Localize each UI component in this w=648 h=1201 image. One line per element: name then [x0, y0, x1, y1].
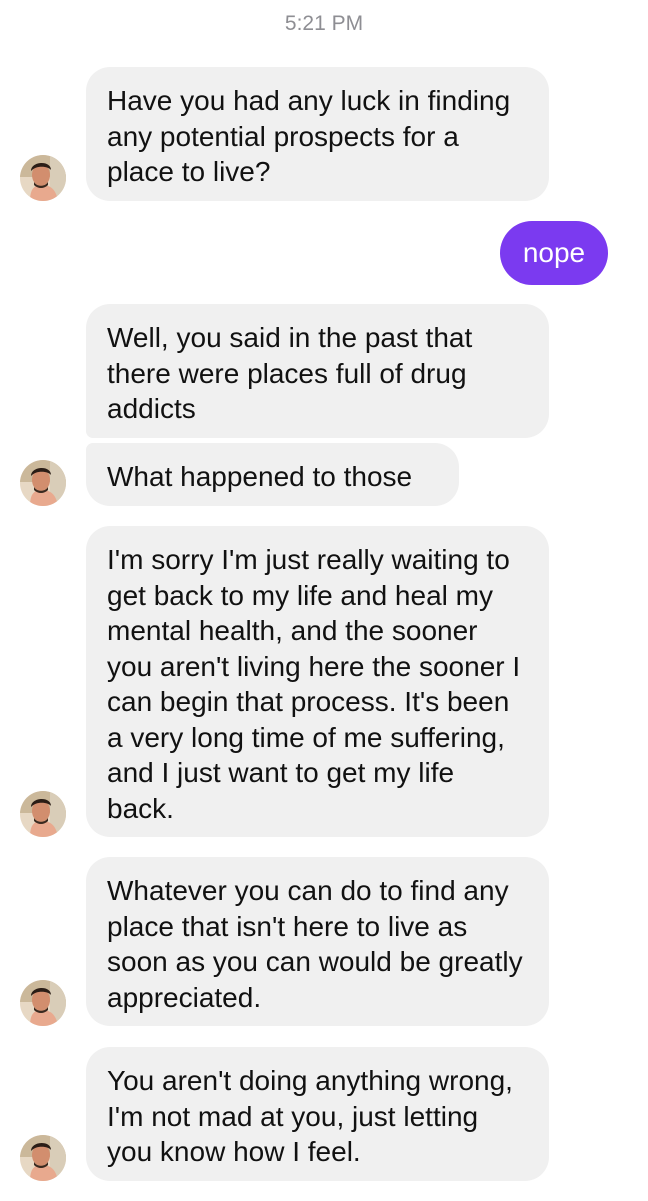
- incoming-message[interactable]: Well, you said in the past that there we…: [86, 304, 549, 438]
- contact-avatar[interactable]: [20, 155, 66, 201]
- contact-avatar[interactable]: [20, 460, 66, 506]
- contact-avatar[interactable]: [20, 791, 66, 837]
- incoming-message[interactable]: What happened to those: [86, 443, 459, 506]
- incoming-message[interactable]: You aren't doing anything wrong, I'm not…: [86, 1047, 549, 1181]
- contact-avatar[interactable]: [20, 1135, 66, 1181]
- incoming-message[interactable]: Have you had any luck in finding any pot…: [86, 67, 549, 201]
- outgoing-message[interactable]: nope: [500, 221, 608, 285]
- incoming-message[interactable]: Whatever you can do to find any place th…: [86, 857, 549, 1026]
- message-timestamp: 5:21 PM: [284, 12, 364, 35]
- contact-avatar[interactable]: [20, 980, 66, 1026]
- incoming-message[interactable]: I'm sorry I'm just really waiting to get…: [86, 526, 549, 837]
